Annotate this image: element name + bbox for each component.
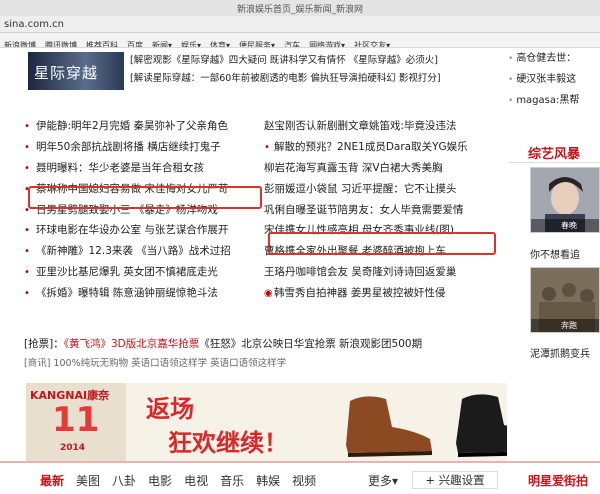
bookmark-item[interactable]: 社区交友▾ — [350, 38, 395, 47]
bookmark-item[interactable]: 网络游戏▾ — [305, 38, 350, 47]
news-item[interactable]: • 明年50余部抗战剧将播 横店继续打鬼子 — [24, 137, 264, 158]
news-list-middle: 赵宝刚否认新剧删文章姚笛戏:毕竟没违法 • 解散的预兆？2NE1成员Dara取关Y… — [264, 116, 499, 304]
brand-year: 2014 — [60, 443, 86, 453]
url-text[interactable]: sina.com.cn — [4, 19, 64, 30]
bullet-icon: • — [24, 141, 30, 153]
bullet-icon: • — [264, 141, 270, 153]
banner-headline-2: 狂欢继续！ — [168, 429, 288, 457]
tab-gossip[interactable]: 八卦 — [112, 474, 136, 488]
news-item[interactable]: 彭丽媛逗小袋鼠 习近平提醒：它不让摸头 — [264, 179, 499, 200]
promo-links: [解密观影《星际穿越》四大疑问 既讲科学又有情怀 《星际穿越》必须火] [解读星… — [130, 52, 475, 88]
bookmark-item[interactable]: 娱乐▾ — [177, 38, 206, 47]
window-titlebar: 新浪娱乐首页_娱乐新闻_新浪网 — [0, 0, 600, 16]
thumbnail-overlay: 奔跑 — [531, 319, 599, 332]
news-item[interactable]: • 聂明曝料：华少老婆是当年合租女孩 — [24, 158, 264, 179]
more-dropdown[interactable]: 更多▾ — [368, 472, 398, 489]
sidebar-item[interactable]: • 硬汉张丰毅这 — [508, 69, 600, 90]
promo-link[interactable]: [解密观影《星际穿越》四大疑问 既讲科学又有情怀 《星际穿越》必须火] — [130, 52, 475, 70]
bullet-icon: • — [508, 75, 514, 85]
bullet-icon: • — [24, 225, 30, 237]
banner-headline-1: 返场 — [146, 395, 194, 423]
tab-video[interactable]: 视频 — [292, 474, 316, 488]
tab-korean[interactable]: 韩娱 — [256, 474, 280, 488]
bookmark-item[interactable]: 新闻▾ — [148, 38, 177, 47]
brand-block: KANGNAI康奈 11 2014 — [26, 383, 126, 461]
news-item[interactable]: • 《拆婚》曝特辑 陈意涵钟丽缇惊艳斗法 — [24, 283, 264, 304]
bookmark-item[interactable]: 汽车 — [280, 38, 305, 47]
interest-settings-button[interactable]: + 兴趣设置 — [412, 471, 498, 489]
bookmark-item[interactable]: 百度 — [123, 38, 148, 47]
news-item[interactable]: • 伊能静:明年2月完婚 秦昊弥补了父亲角色 — [24, 116, 264, 137]
bullet-icon: • — [24, 267, 30, 279]
bullet-icon: • — [24, 162, 30, 174]
ticket-link[interactable]: 《狂怒》北京公映日华宜抢票 新浪观影团500期 — [199, 338, 422, 350]
news-item[interactable]: ◉韩雪秀自拍神器 姜男星被控被奸性侵 — [264, 283, 499, 304]
sidebar-top-list: • 高仓健去世： • 硬汉张丰毅这 • magasa:黑帮 — [508, 48, 600, 111]
thumbnail-photo[interactable]: 奔跑 — [530, 267, 600, 333]
bookmarks-bar: 新浪微博 腾讯微博 推荐百科 百度 新闻▾ 娱乐▾ 体育▾ 便民服务▾ 汽车 网络游戏▾ 社区交友▾ — [0, 33, 600, 48]
sidebar-section-title[interactable]: 明星爱街拍 — [528, 472, 588, 489]
bullet-icon: • — [24, 121, 30, 132]
sidebar-item[interactable]: • magasa:黑帮 — [508, 90, 600, 111]
promo-link[interactable]: [解读星际穿越：一部60年前被剧透的电影 偏执狂导演拍硬科幻 影视打分] — [130, 70, 475, 88]
news-item[interactable]: • 《新神雕》12.3来袭 《当八路》战术过招 — [24, 241, 264, 262]
bullet-icon: • — [24, 246, 30, 258]
thumbnail-caption[interactable]: 泥潭抓鹅变兵 — [530, 345, 590, 360]
ticket-link-red[interactable]: 《黄飞鸿》3D版北京嘉华抢票 — [64, 338, 200, 350]
bullet-icon: • — [508, 96, 514, 106]
movie-logo-banner[interactable]: 星际穿越 — [28, 52, 124, 90]
section-title-variety[interactable]: 综艺风暴 — [528, 143, 580, 162]
logo-text: 星际穿越 — [34, 64, 99, 82]
bookmark-item[interactable]: 推荐百科 — [82, 38, 123, 47]
divider — [508, 162, 600, 163]
bookmark-item[interactable]: 腾讯微博 — [41, 38, 82, 47]
tab-tv[interactable]: 电视 — [184, 474, 208, 488]
news-item[interactable]: 巩俐自曝圣诞节陪男友：女人毕竟需要爱情 — [264, 200, 499, 221]
brand-number: 11 — [52, 400, 100, 440]
bullet-icon: • — [24, 288, 30, 300]
ad-banner[interactable]: KANGNAI康奈 11 2014 返场 狂欢继续！ — [26, 383, 507, 461]
ticket-row[interactable]: [抢票]：《黄飞鸿》3D版北京嘉华抢票《狂怒》北京公映日华宜抢票 新浪观影团50… — [24, 334, 500, 354]
shoe-image-icon — [346, 394, 507, 457]
tab-photos[interactable]: 美图 — [76, 474, 100, 488]
address-bar[interactable]: sina.com.cn — [0, 16, 600, 33]
news-item[interactable]: • 解散的预兆？2NE1成员Dara取关YG娱乐 — [264, 137, 499, 158]
category-nav: 最新 美图 八卦 电影 电视 音乐 韩娱 视频 更多▾ + 兴趣设置 明星爱街拍 — [0, 461, 600, 494]
news-item[interactable]: 赵宝刚否认新剧删文章姚笛戏:毕竟没违法 — [264, 116, 499, 137]
tab-music[interactable]: 音乐 — [220, 474, 244, 488]
thumbnail-overlay: 春晚 — [531, 219, 599, 232]
sidebar-item[interactable]: • 高仓健去世： — [508, 48, 600, 69]
news-item[interactable]: • 亚里沙比基尼爆乳 英女团不慎裙底走光 — [24, 262, 264, 283]
highlight-box-left — [28, 186, 262, 209]
bookmark-item[interactable]: 便民服务▾ — [235, 38, 280, 47]
tab-latest[interactable]: 最新 — [40, 474, 64, 488]
bookmark-item[interactable]: 新浪微博 — [0, 38, 41, 47]
news-item[interactable]: • 环球电影在华设办公室 与张艺谋合作展开 — [24, 220, 264, 241]
news-list-bottom: [抢票]：《黄飞鸿》3D版北京嘉华抢票《狂怒》北京公映日华宜抢票 新浪观影团50… — [24, 334, 500, 374]
tab-movie[interactable]: 电影 — [148, 474, 172, 488]
news-item[interactable]: 王珞丹咖啡馆会友 吴奇隆刘诗诗回返爱巢 — [264, 262, 499, 283]
ad-row[interactable]: [商讯] 100%纯玩无购物 英语口语领这样学 英语口语领这样学 — [24, 354, 500, 374]
bullet-icon: • — [508, 54, 514, 64]
window-title: 新浪娱乐首页_娱乐新闻_新浪网 — [236, 5, 363, 15]
news-list-left: • 伊能静:明年2月完婚 秦昊弥补了父亲角色 • 明年50余部抗战剧将播 横店继续打… — [24, 116, 264, 304]
highlight-box-middle — [268, 232, 496, 255]
news-item[interactable]: 柳岩花海写真露玉背 深V白裙大秀美胸 — [264, 158, 499, 179]
bookmark-item[interactable]: 体育▾ — [206, 38, 235, 47]
thumbnail-caption[interactable]: 你不想看追 — [530, 246, 580, 261]
camera-icon: ◉ — [264, 288, 273, 300]
thumbnail-photo[interactable]: 春晚 — [530, 167, 600, 233]
